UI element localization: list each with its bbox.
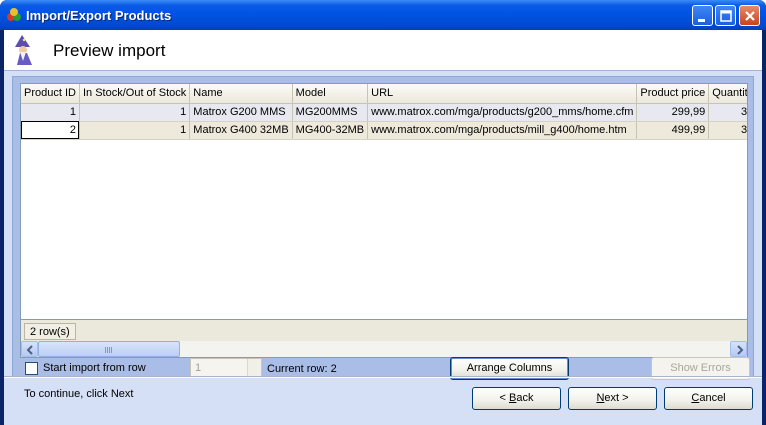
dialog-body: Preview import Product ID In Stock/Out o… <box>4 30 762 425</box>
maximize-button[interactable] <box>715 5 736 26</box>
cell-price[interactable]: 499,99 <box>636 121 710 140</box>
grid-status-bar: 2 row(s) <box>20 320 748 341</box>
column-header[interactable]: In Stock/Out of Stock <box>79 84 191 104</box>
back-label: ack <box>516 392 534 404</box>
cancel-label: ancel <box>699 392 726 404</box>
cell-product-id[interactable]: 2 <box>21 121 80 140</box>
column-header[interactable]: URL <box>367 84 638 104</box>
app-icon <box>6 7 22 23</box>
scroll-thumb[interactable] <box>38 341 180 357</box>
cell-url[interactable]: www.matrox.com/mga/products/g200_mms/hom… <box>367 103 638 122</box>
horizontal-scrollbar[interactable] <box>20 341 748 358</box>
cell-quantity[interactable]: 32 <box>708 121 747 140</box>
cell-in-stock[interactable]: 1 <box>79 121 191 140</box>
title-bar[interactable]: Import/Export Products <box>0 0 766 30</box>
window-title: Import/Export Products <box>26 8 172 23</box>
back-prefix: < <box>499 392 509 404</box>
current-row-label: Current row: 2 <box>267 363 337 375</box>
close-icon <box>745 11 755 21</box>
cell-product-id[interactable]: 1 <box>21 103 80 122</box>
grip-icon <box>105 347 113 353</box>
column-header[interactable]: Quantity <box>708 84 747 104</box>
close-button[interactable] <box>739 5 760 26</box>
cell-price[interactable]: 299,99 <box>636 103 710 122</box>
preview-table: Product ID In Stock/Out of Stock Name Mo… <box>21 84 747 140</box>
minimize-button[interactable] <box>692 5 713 26</box>
header-row: Product ID In Stock/Out of Stock Name Mo… <box>21 84 747 104</box>
cell-model[interactable]: MG400-32MB <box>292 121 369 140</box>
cell-name[interactable]: Matrox G400 32MB <box>189 121 293 140</box>
cell-quantity[interactable]: 32 <box>708 103 747 122</box>
scroll-right-button[interactable] <box>730 341 747 357</box>
table-row[interactable]: 1 1 Matrox G200 MMS MG200MMS www.matrox.… <box>21 103 747 122</box>
arrow-left-icon <box>26 345 33 355</box>
start-row-value: 1 <box>195 362 202 374</box>
start-import-checkbox[interactable] <box>25 362 38 375</box>
row-count-badge: 2 row(s) <box>24 323 76 340</box>
scroll-left-button[interactable] <box>21 341 38 357</box>
start-row-spinner: 1 <box>190 358 262 378</box>
back-button[interactable]: < Back <box>472 387 561 410</box>
spin-up-icon <box>247 359 261 368</box>
column-header[interactable]: Product price <box>636 84 710 104</box>
page-title: Preview import <box>53 41 166 60</box>
minimize-icon <box>698 19 705 22</box>
wizard-icon <box>12 33 38 67</box>
start-import-label: Start import from row <box>43 362 146 374</box>
import-export-window: Import/Export Products Preview import Pr… <box>0 0 766 425</box>
next-label: ext > <box>604 392 629 404</box>
continue-hint: To continue, click Next <box>24 388 134 400</box>
column-header[interactable]: Model <box>292 84 369 104</box>
cell-in-stock[interactable]: 1 <box>79 103 191 122</box>
cell-model[interactable]: MG200MMS <box>292 103 369 122</box>
preview-grid[interactable]: Product ID In Stock/Out of Stock Name Mo… <box>20 83 748 320</box>
maximize-icon <box>720 10 732 22</box>
table-row[interactable]: 2 1 Matrox G400 32MB MG400-32MB www.matr… <box>21 121 747 140</box>
column-header[interactable]: Product ID <box>21 84 80 104</box>
cell-name[interactable]: Matrox G200 MMS <box>189 103 293 122</box>
next-button[interactable]: Next > <box>568 387 657 410</box>
wizard-header: Preview import <box>4 30 762 71</box>
arrow-right-icon <box>737 345 744 355</box>
cell-url[interactable]: www.matrox.com/mga/products/mill_g400/ho… <box>367 121 638 140</box>
preview-panel: Product ID In Stock/Out of Stock Name Mo… <box>12 76 754 400</box>
column-header[interactable]: Name <box>189 84 293 104</box>
cancel-button[interactable]: Cancel <box>664 387 753 410</box>
footer-divider <box>4 376 762 378</box>
